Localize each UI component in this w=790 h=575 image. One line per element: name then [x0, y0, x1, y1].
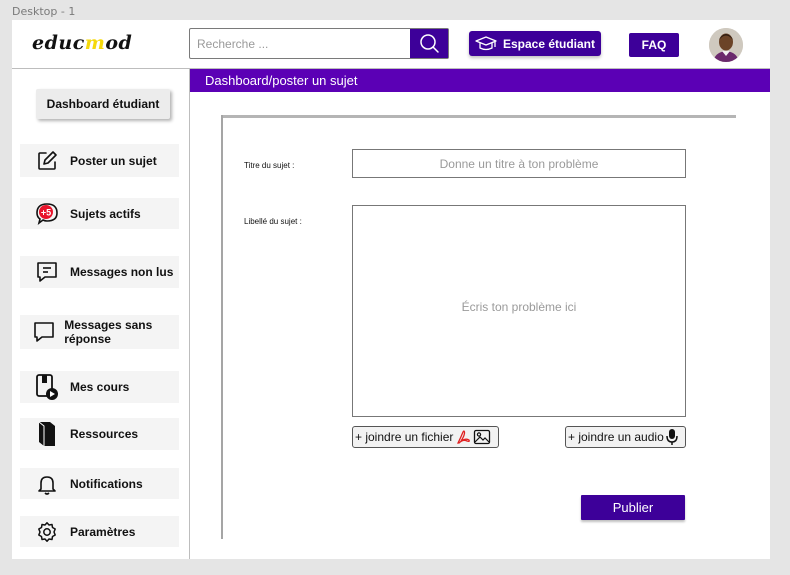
badge-count: +5 [41, 207, 51, 217]
sidebar-item-label: Notifications [70, 476, 143, 491]
attach-audio-button[interactable]: + joindre un audio [565, 426, 686, 448]
sidebar-item-post-topic[interactable]: Poster un sujet [20, 144, 179, 177]
sidebar-item-label: Sujets actifs [70, 206, 141, 221]
courses-icon [30, 373, 64, 401]
faq-label: FAQ [641, 38, 667, 52]
sidebar-item-label: Mes cours [70, 380, 130, 394]
sidebar-item-label: Messages non lus [70, 265, 174, 279]
sidebar-item-label: Paramètres [70, 524, 136, 539]
book-icon [30, 420, 64, 448]
edit-icon [30, 150, 64, 172]
app-window: educmod Espace étudiant FAQ [12, 20, 770, 559]
sidebar-item-unread-messages[interactable]: Messages non lus [20, 256, 179, 288]
student-space-button[interactable]: Espace étudiant [469, 31, 601, 56]
sidebar-divider [189, 69, 190, 559]
sidebar-item-label: Ressources [70, 427, 139, 441]
logo-text-2: od [105, 32, 133, 54]
search-button[interactable] [410, 29, 448, 58]
breadcrumb-text: Dashboard/poster un sujet [205, 73, 358, 88]
search-input[interactable] [190, 29, 410, 58]
image-icon [474, 429, 491, 445]
publish-label: Publier [612, 500, 654, 515]
dashboard-label: Dashboard étudiant [46, 97, 160, 111]
attach-file-button[interactable]: + joindre un fichier [352, 426, 499, 448]
frame-label: Desktop - 1 [12, 5, 76, 18]
topic-title-input[interactable] [352, 149, 686, 178]
sidebar-item-label: Poster un sujet [70, 153, 157, 168]
sidebar-item-unanswered-messages[interactable]: Messages sans réponse [20, 315, 179, 349]
message-empty-icon [30, 320, 58, 344]
active-topics-icon: +5 [30, 202, 64, 226]
attach-audio-label: + joindre un audio [568, 430, 664, 444]
user-avatar-icon [709, 28, 743, 62]
search-bar [189, 28, 449, 59]
sidebar-item-settings[interactable]: Paramètres [20, 516, 179, 547]
publish-button[interactable]: Publier [581, 495, 685, 520]
bell-icon [30, 473, 64, 495]
microphone-icon [666, 429, 678, 445]
graduation-cap-icon [475, 35, 497, 50]
description-label: Libellé du sujet : [244, 217, 302, 226]
topic-description-textarea[interactable]: Écris ton problème ici [352, 205, 686, 417]
avatar[interactable] [709, 28, 743, 62]
breadcrumb: Dashboard/poster un sujet [190, 69, 770, 92]
logo-text-highlight: m [84, 32, 106, 54]
faq-button[interactable]: FAQ [629, 33, 679, 57]
search-icon [420, 33, 439, 53]
description-placeholder: Écris ton problème ici [461, 300, 577, 314]
title-label: Titre du sujet : [244, 161, 295, 170]
logo[interactable]: educmod [32, 32, 132, 54]
sidebar-item-label: Messages sans réponse [64, 318, 153, 346]
gear-icon [30, 521, 64, 543]
message-unread-icon [30, 260, 64, 284]
panel-left-border [221, 115, 223, 539]
sidebar-item-active-topics[interactable]: +5 Sujets actifs [20, 198, 179, 229]
logo-text-1: educ [32, 32, 85, 54]
dashboard-button[interactable]: Dashboard étudiant [36, 89, 170, 119]
attach-file-label: + joindre un fichier [355, 430, 454, 444]
pdf-icon [457, 430, 471, 444]
sidebar-item-notifications[interactable]: Notifications [20, 468, 179, 499]
sidebar-item-my-courses[interactable]: Mes cours [20, 371, 179, 403]
student-space-label: Espace étudiant [502, 36, 596, 51]
sidebar-item-resources[interactable]: Ressources [20, 418, 179, 450]
panel-top-border [221, 115, 736, 118]
